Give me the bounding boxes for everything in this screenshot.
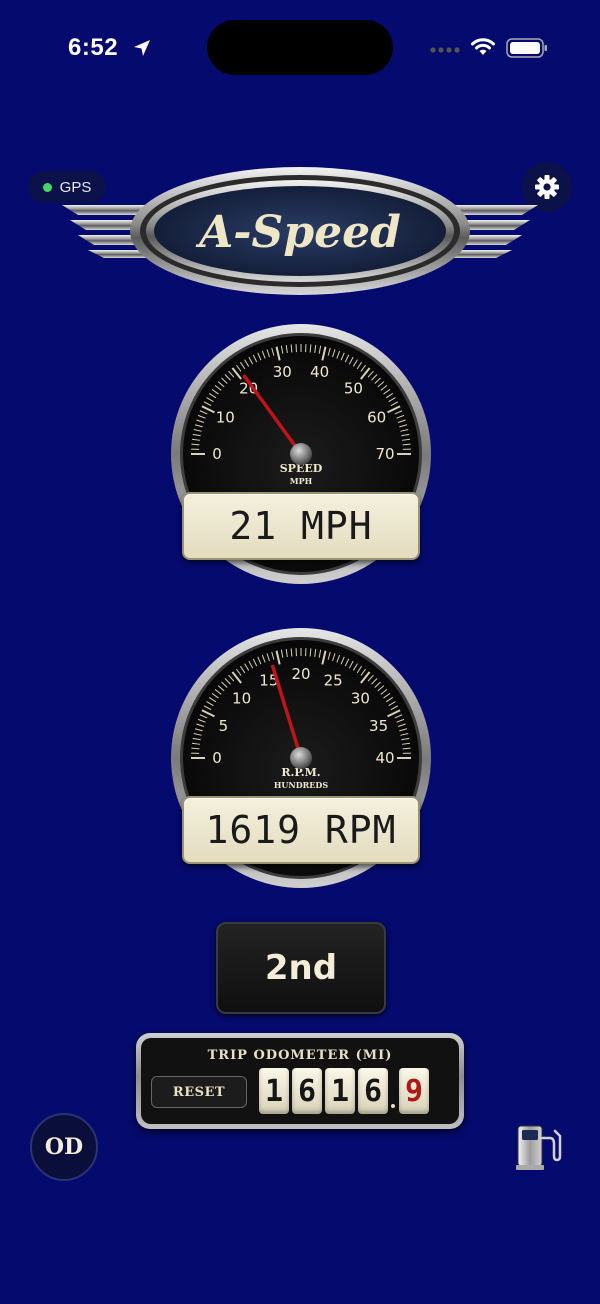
overdrive-button[interactable]: OD [30,1113,98,1181]
speed-tick [290,344,293,353]
rpm-tick-label: 0 [212,749,222,767]
rpm-tick [309,648,312,657]
rpm-tick-label: 25 [324,671,343,689]
speed-tick [402,443,411,446]
location-arrow-icon [134,40,150,56]
rpm-tick-label: 10 [232,690,251,708]
rpm-tick-label: 5 [219,717,229,735]
rpm-tick-label: 40 [375,749,394,767]
dynamic-island [207,20,393,75]
fuel-pump-icon[interactable] [514,1122,562,1172]
odometer-digit: 6 [292,1068,322,1114]
status-time: 6:52 [68,34,119,61]
speed-tick-label: 70 [375,445,394,463]
odometer-digit: 1 [325,1068,355,1114]
speed-tick-label: 30 [273,363,292,381]
logo-text: A-Speed [195,207,401,258]
speed-tick-label: 40 [310,363,329,381]
cellular-signal-icon [430,47,460,53]
speed-readout: 21 MPH [182,492,420,560]
speed-tick-label: 60 [367,409,386,427]
rpm-tick-label: 30 [351,690,370,708]
odometer-digit: 6 [358,1068,388,1114]
odometer-title: TRIP ODOMETER (MI) [207,1048,393,1063]
rpm-tick [290,648,293,657]
trip-odometer: TRIP ODOMETER (MI) RESET 1 6 1 6 9 [136,1033,464,1129]
status-bar: 6:52 [0,0,600,100]
gps-indicator-dot [42,182,52,192]
odometer-digit: 1 [259,1068,289,1114]
odometer-reset-button[interactable]: RESET [151,1076,247,1108]
gear-label: 2nd [264,948,338,988]
speed-tick-label: 0 [212,445,222,463]
overdrive-label: OD [44,1134,84,1160]
battery-icon [506,38,547,58]
odometer-tenth-digit: 9 [399,1068,429,1114]
rpm-readout: 1619 RPM [182,796,420,864]
rpm-tick-label: 20 [291,665,310,683]
decimal-point [391,1104,395,1108]
speed-tick [309,344,312,353]
gear-indicator[interactable]: 2nd [216,922,386,1014]
speed-tick-label: 10 [216,409,235,427]
wifi-icon [471,38,495,55]
speed-label-bottom: MPH [290,476,313,486]
rpm-hub [290,747,312,769]
app-logo: A-Speed [62,167,538,295]
speed-hub [290,443,312,465]
odometer-digits: 1 6 1 6 9 [259,1068,432,1114]
speed-tick-label: 50 [344,379,363,397]
rpm-tick-label: 35 [369,717,388,735]
speed-tick [191,443,200,446]
rpm-label-bottom: HUNDREDS [274,780,328,790]
